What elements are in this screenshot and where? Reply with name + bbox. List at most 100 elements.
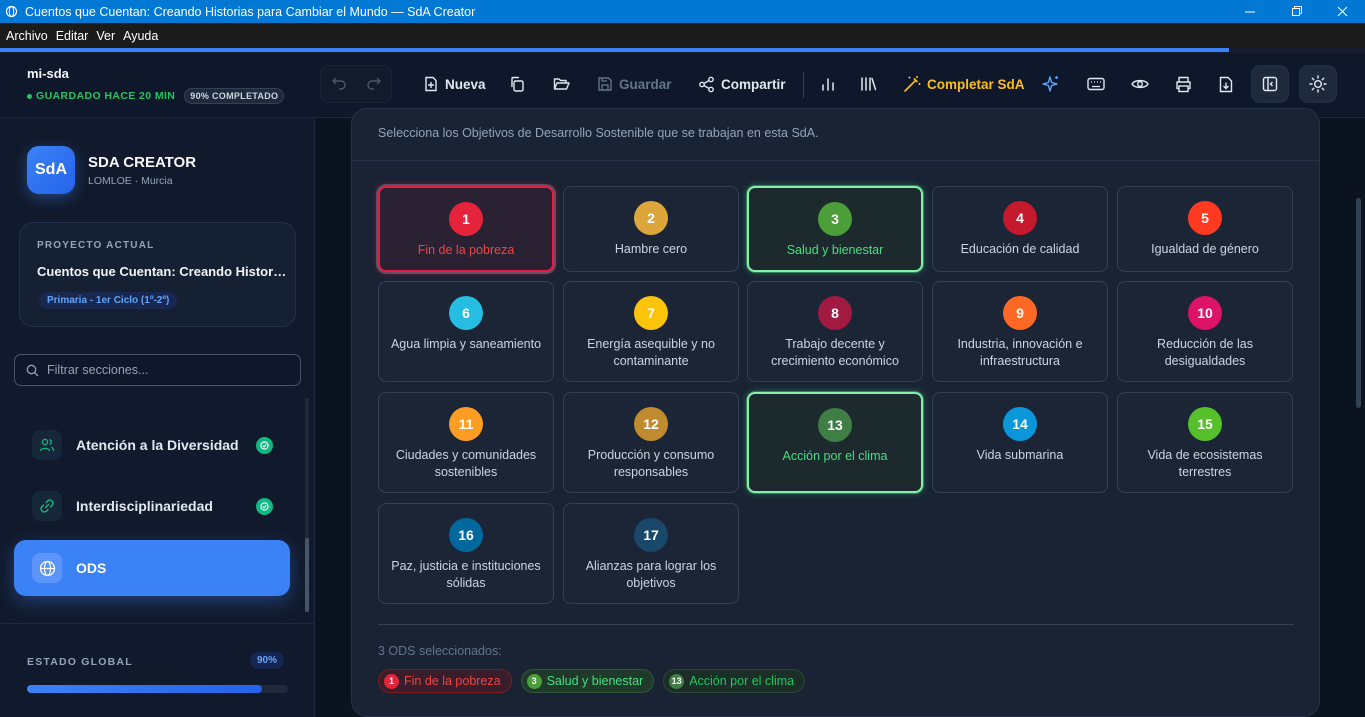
folder-open-icon <box>553 78 570 90</box>
selected-ods-chip[interactable]: 13 Acción por el clima <box>663 669 806 693</box>
maximize-button[interactable] <box>1273 0 1319 23</box>
ods-name: Agua limpia y saneamiento <box>390 337 542 351</box>
ods-card-7[interactable]: 7 Energía asequible y no contaminante <box>563 281 739 382</box>
check-circle-icon <box>256 497 273 515</box>
sidebar-item-ods[interactable]: ODS <box>14 540 290 596</box>
complete-sda-button[interactable]: Completar SdA <box>903 65 1025 103</box>
sidebar-item-label: Atención a la Diversidad <box>76 437 239 453</box>
minimize-button[interactable] <box>1227 0 1273 23</box>
check-circle-icon <box>256 436 273 454</box>
chip-label: Fin de la pobreza <box>404 674 501 688</box>
ods-card-6[interactable]: 6 Agua limpia y saneamiento <box>378 281 554 382</box>
ods-name: Educación de calidad <box>960 242 1080 256</box>
ods-card-13[interactable]: 13 Acción por el clima <box>747 392 923 493</box>
panel-left-icon <box>1262 76 1278 92</box>
library-button[interactable] <box>849 65 887 103</box>
new-button[interactable]: Nueva <box>423 65 486 103</box>
download-file-icon <box>1219 76 1233 92</box>
ods-card-9[interactable]: 9 Industria, innovación e infraestructura <box>932 281 1108 382</box>
saved-status-text: GUARDADO HACE 20 MIN <box>36 90 176 102</box>
ods-description: Selecciona los Objetivos de Desarrollo S… <box>378 126 819 140</box>
ods-number-badge: 2 <box>634 201 668 235</box>
keyboard-shortcuts-button[interactable] <box>1077 65 1115 103</box>
ods-number-badge: 1 <box>449 202 483 236</box>
print-button[interactable] <box>1164 65 1202 103</box>
ods-name: Paz, justicia e instituciones sólidas <box>391 559 541 590</box>
ods-card-14[interactable]: 14 Vida submarina <box>932 392 1108 493</box>
ai-sparkles-button[interactable] <box>1032 65 1070 103</box>
selected-ods-chips: 1 Fin de la pobreza 3 Salud y bienestar 13 Ac… <box>378 669 814 693</box>
divider <box>352 160 1319 161</box>
main-scrollbar-thumb[interactable] <box>1356 198 1361 408</box>
ods-card-15[interactable]: 15 Vida de ecosistemas terrestres <box>1117 392 1293 493</box>
selected-ods-chip[interactable]: 1 Fin de la pobreza <box>378 669 512 693</box>
save-icon <box>598 77 612 91</box>
menu-archivo[interactable]: Archivo <box>6 29 48 43</box>
saved-status: GUARDADO HACE 20 MIN <box>27 90 175 102</box>
bar-chart-icon <box>822 78 834 91</box>
magic-wand-icon <box>904 76 921 92</box>
selected-ods-chip[interactable]: 3 Salud y bienestar <box>520 669 655 693</box>
sparkles-icon <box>1042 76 1058 92</box>
ods-card-11[interactable]: 11 Ciudades y comunidades sostenibles <box>378 392 554 493</box>
sidebar-item-atencion-diversidad[interactable]: Atención a la Diversidad <box>14 417 290 473</box>
ods-number-badge: 4 <box>1003 201 1037 235</box>
duplicate-button[interactable] <box>498 65 536 103</box>
export-button[interactable] <box>1207 65 1245 103</box>
ods-name: Vida submarina <box>976 448 1064 462</box>
open-button[interactable] <box>542 65 580 103</box>
ods-name: Energía asequible y no contaminante <box>587 337 715 368</box>
menu-editar[interactable]: Editar <box>56 29 89 43</box>
stats-button[interactable] <box>809 65 847 103</box>
ods-number-badge: 14 <box>1003 407 1037 441</box>
share-label: Compartir <box>721 76 786 92</box>
redo-icon[interactable] <box>366 74 382 95</box>
ods-number-badge: 5 <box>1188 201 1222 235</box>
ods-name: Hambre cero <box>614 242 688 256</box>
ods-card-5[interactable]: 5 Igualdad de género <box>1117 186 1293 272</box>
ods-name: Industria, innovación e infraestructura <box>957 337 1083 368</box>
ods-card-8[interactable]: 8 Trabajo decente y crecimiento económico <box>747 281 923 382</box>
sidebar-item-interdisciplinariedad[interactable]: Interdisciplinariedad <box>14 478 290 534</box>
completion-progress-fill <box>0 48 1229 52</box>
chip-number-badge: 3 <box>526 673 542 689</box>
ods-name: Alianzas para lograr los objetivos <box>585 559 717 590</box>
sidebar-item-label: ODS <box>76 560 107 576</box>
app-logo: SdA <box>27 146 75 194</box>
ods-card-3[interactable]: 3 Salud y bienestar <box>747 186 923 272</box>
ods-name: Igualdad de género <box>1151 242 1259 256</box>
toggle-sidebar-button[interactable] <box>1251 65 1289 103</box>
app-icon <box>5 5 18 18</box>
menu-ver[interactable]: Ver <box>96 29 115 43</box>
sidebar-scrollbar-thumb[interactable] <box>305 538 309 612</box>
ods-card-16[interactable]: 16 Paz, justicia e instituciones sólidas <box>378 503 554 604</box>
ods-card-17[interactable]: 17 Alianzas para lograr los objetivos <box>563 503 739 604</box>
ods-card-10[interactable]: 10 Reducción de las desigualdades <box>1117 281 1293 382</box>
current-project-card[interactable]: PROYECTO ACTUAL Cuentos que Cuentan: Cre… <box>19 222 296 327</box>
ods-card-2[interactable]: 2 Hambre cero <box>563 186 739 272</box>
ods-number-badge: 11 <box>449 407 483 441</box>
share-button[interactable]: Compartir <box>698 65 786 103</box>
ods-name: Fin de la pobreza <box>417 243 515 257</box>
ods-card-1[interactable]: 1 Fin de la pobreza <box>378 186 554 272</box>
ods-name: Salud y bienestar <box>786 243 884 257</box>
close-button[interactable] <box>1319 0 1365 23</box>
title-bar: Cuentos que Cuentan: Creando Historias p… <box>0 0 1365 23</box>
selected-count-text: 3 ODS seleccionados: <box>378 644 502 658</box>
preview-button[interactable] <box>1121 65 1159 103</box>
complete-sda-label: Completar SdA <box>927 76 1025 92</box>
undo-icon[interactable] <box>331 74 347 95</box>
ods-card-4[interactable]: 4 Educación de calidad <box>932 186 1108 272</box>
save-button[interactable]: Guardar <box>597 65 672 103</box>
printer-icon <box>1175 76 1191 92</box>
menu-ayuda[interactable]: Ayuda <box>123 29 158 43</box>
filter-sections-input[interactable]: Filtrar secciones... <box>14 354 301 386</box>
current-project-title: Cuentos que Cuentan: Creando Historias p… <box>37 264 287 279</box>
ods-card-12[interactable]: 12 Producción y consumo responsables <box>563 392 739 493</box>
ods-number-badge: 16 <box>449 518 483 552</box>
filter-placeholder: Filtrar secciones... <box>47 363 149 377</box>
project-status: mi-sda GUARDADO HACE 20 MIN 90% COMPLETA… <box>27 66 285 104</box>
sidebar-scrollbar[interactable] <box>305 398 309 612</box>
theme-toggle-button[interactable] <box>1299 65 1337 103</box>
completion-badge: 90% COMPLETADO <box>184 88 285 104</box>
